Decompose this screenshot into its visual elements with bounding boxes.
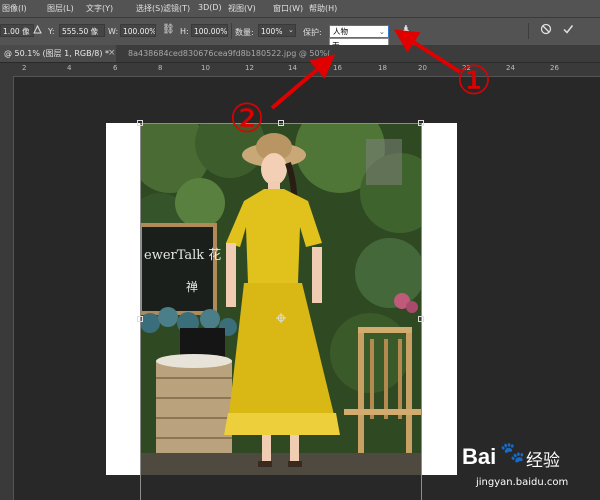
- watermark-logo: Bai: [462, 444, 497, 469]
- arrow-two: [270, 54, 336, 110]
- step-marker-two: ②: [229, 96, 265, 142]
- step-marker-one: ①: [456, 58, 492, 104]
- watermark-subtitle: 经验: [526, 451, 560, 471]
- watermark-url: jingyan.baidu.com: [476, 477, 569, 488]
- paw-icon: 🐾: [500, 440, 525, 464]
- annotation-arrows: [270, 29, 462, 110]
- baidu-watermark: Bai 🐾 经验 jingyan.baidu.com: [462, 440, 600, 500]
- arrow-one: [393, 29, 462, 74]
